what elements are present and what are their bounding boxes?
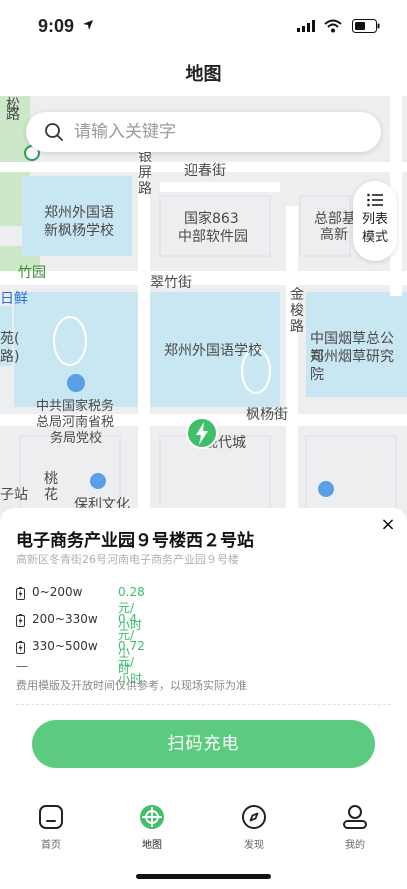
list-icon — [367, 193, 383, 207]
tab-label: 我的 — [345, 840, 365, 851]
fee-power-range: 330~500w — [32, 639, 98, 653]
tab-home[interactable]: 首页 — [21, 804, 81, 851]
battery-bolt-icon — [16, 614, 25, 627]
map-label: 花 — [44, 487, 58, 503]
status-bar: 9:09 — [0, 0, 407, 52]
station-address: 高新区冬青街26号河南电子商务产业园９号楼 — [16, 553, 239, 566]
map-label: 中部软件园 — [178, 229, 248, 245]
map-label: 枫杨街 — [246, 407, 288, 423]
status-time: 9:09 — [38, 16, 75, 36]
tab-discover[interactable]: 发现 — [224, 804, 284, 851]
scan-to-charge-button[interactable]: 扫码充电 — [32, 720, 375, 768]
map-target-icon — [140, 805, 164, 829]
tab-label: 地图 — [142, 840, 162, 851]
map-label: 郑州烟草研究院 — [310, 349, 394, 383]
map-view[interactable]: 郑州外国语 新枫杨学校 国家863 中部软件园 总部基 高新 迎春街 银 屏 路… — [0, 96, 407, 526]
map-label: 路 — [290, 319, 304, 335]
battery-icon — [352, 19, 380, 33]
map-label: 新枫杨学校 — [44, 223, 114, 239]
home-indicator — [136, 874, 271, 879]
search-input[interactable] — [74, 118, 364, 146]
location-arrow-icon — [83, 20, 93, 30]
wifi-icon — [324, 19, 342, 33]
close-icon[interactable]: × — [377, 514, 399, 536]
fee-separator: — — [16, 659, 28, 673]
map-label: 竹园 — [18, 265, 46, 281]
map-label: 路 — [138, 181, 152, 197]
page-title: 地图 — [185, 64, 222, 85]
map-label: 苑( — [0, 331, 20, 347]
cellular-signal-icon — [297, 20, 315, 32]
station-detail-card: × 电子商务产业园９号楼西２号站 高新区冬青街26号河南电子商务产业园９号楼 0… — [0, 508, 407, 788]
map-label: 路) — [0, 349, 20, 365]
tab-profile[interactable]: 我的 — [325, 804, 385, 851]
search-bar[interactable] — [26, 112, 381, 152]
map-label: 高新 — [320, 227, 348, 243]
tab-label: 首页 — [41, 840, 61, 851]
map-label: 务局党校 — [50, 431, 103, 446]
list-mode-button[interactable]: 列表 模式 — [353, 181, 397, 261]
map-label: 郑州外国语 — [44, 205, 114, 221]
divider — [16, 704, 391, 705]
search-icon — [45, 123, 63, 141]
compass-icon — [242, 805, 266, 829]
tab-map[interactable]: 地图 — [122, 804, 182, 851]
fee-disclaimer: 费用模版及开放时间仅供参考，以现场实际为准 — [16, 679, 247, 692]
tab-label: 发现 — [244, 840, 264, 851]
battery-bolt-icon — [16, 587, 25, 600]
map-label: 日鲜 — [0, 291, 28, 307]
list-mode-label-line2: 模式 — [361, 230, 388, 245]
map-label: 子站 — [0, 487, 28, 503]
list-mode-label: 列表 模式 — [355, 211, 395, 247]
battery-bolt-icon — [16, 641, 25, 654]
person-icon — [343, 805, 367, 829]
fee-power-range: 200~330w — [32, 612, 98, 626]
home-icon — [39, 805, 63, 829]
tab-bar: 首页 地图 发现 我的 — [0, 800, 407, 860]
map-label: 迎春街 — [184, 163, 226, 179]
map-label: 国家863 — [184, 211, 239, 227]
fee-power-range: 0~200w — [32, 585, 83, 599]
map-label: 路 — [6, 107, 20, 123]
map-background — [0, 96, 407, 526]
station-name: 电子商务产业园９号楼西２号站 — [16, 531, 254, 551]
map-label: 翠竹街 — [150, 275, 192, 291]
list-mode-label-line1: 列表 — [361, 212, 388, 227]
charging-station-marker-icon[interactable] — [186, 417, 218, 451]
map-label: 郑州外国语学校 — [164, 343, 262, 359]
